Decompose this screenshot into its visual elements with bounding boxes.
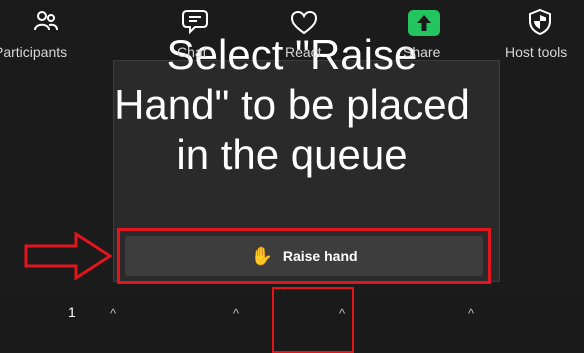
participants-label: Participants (0, 44, 68, 60)
pointer-arrow-icon (24, 232, 113, 280)
participants-count: 1 (68, 304, 76, 320)
chat-caret-icon[interactable]: ^ (233, 306, 239, 321)
shield-icon (529, 8, 551, 36)
raise-hand-label: Raise hand (282, 248, 358, 264)
hand-icon: ✋ (250, 245, 273, 266)
share-label: Share (403, 44, 441, 60)
react-caret-icon[interactable]: ^ (339, 306, 345, 321)
share-button[interactable]: Share (400, 0, 450, 60)
chat-label: Chat (177, 44, 207, 60)
chat-button[interactable]: Chat (165, 0, 225, 60)
heart-icon (290, 10, 318, 35)
participants-icon (34, 11, 58, 31)
react-button[interactable]: React (278, 0, 334, 60)
share-caret-icon[interactable]: ^ (468, 306, 474, 321)
react-label: React (285, 44, 322, 60)
participants-caret-icon[interactable]: ^ (110, 306, 116, 321)
host-tools-label: Host tools (505, 44, 568, 60)
chat-icon (182, 10, 208, 35)
participants-button[interactable]: Participants (0, 0, 100, 60)
raise-hand-button[interactable]: ✋ Raise hand (125, 236, 483, 276)
host-tools-button[interactable]: Host tools (500, 0, 584, 60)
share-arrow-icon (408, 10, 440, 36)
